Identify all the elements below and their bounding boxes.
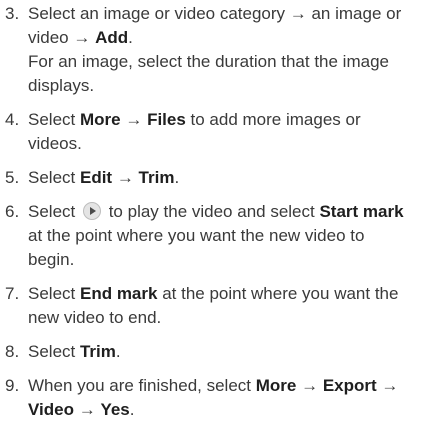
ui-term-trim: Trim (138, 168, 175, 187)
step-text-part: . (128, 28, 133, 47)
step-3: 3. Select an image or video category → a… (0, 2, 437, 98)
step-text-part: Select an image or video category → an i… (28, 4, 402, 47)
step-text: When you are finished, select More → Exp… (28, 376, 398, 419)
step-text: Select More → Files to add more images o… (28, 110, 361, 153)
step-text-part: Select (28, 202, 80, 221)
step-text-part: . (129, 400, 135, 419)
step-note: For an image, select the duration that t… (28, 52, 389, 95)
step-text-part: Select (28, 284, 80, 303)
step-number: 9. (5, 376, 20, 395)
step-text: Select Trim. (28, 342, 121, 361)
step-text-part: Select (28, 168, 80, 187)
step-text: Select Edit → Trim. (28, 168, 179, 187)
step-number: 3. (5, 4, 20, 23)
play-icon (82, 202, 101, 220)
ui-term-start-mark: Start mark (319, 202, 404, 221)
step-number: 4. (5, 110, 20, 129)
step-text-part: Select (28, 110, 80, 129)
step-text-part: → (376, 376, 399, 395)
step-number: 8. (5, 342, 20, 361)
step-number: 6. (5, 202, 20, 221)
step-number: 7. (5, 284, 20, 303)
ui-term-video: Video (28, 400, 74, 419)
step-9: 9. When you are finished, select More → … (0, 374, 437, 422)
step-6: 6. Select to play the video and select S… (0, 200, 437, 272)
step-text-part: → (112, 168, 139, 187)
step-text-part: → (120, 110, 148, 129)
step-8: 8. Select Trim. (0, 340, 437, 364)
step-text: Select an image or video category → an i… (28, 4, 401, 47)
ui-term-add: Add (95, 28, 129, 47)
step-text-part: . (115, 342, 121, 361)
ui-term-more: More (255, 376, 297, 395)
step-text-part: at the point where you want the new vide… (28, 226, 365, 269)
step-text: Select End mark at the point where you w… (28, 284, 398, 327)
step-text-part: → (296, 376, 323, 395)
step-text-part: to play the video and select (103, 202, 320, 221)
step-text-part: When you are finished, select (28, 376, 256, 395)
ui-term-files: Files (147, 110, 186, 129)
ui-term-edit: Edit (79, 168, 113, 187)
step-number: 5. (5, 168, 20, 187)
ui-term-yes: Yes (100, 400, 130, 419)
ui-term-more: More (79, 110, 121, 129)
ui-term-end-mark: End mark (79, 284, 158, 303)
instruction-steps: 3. Select an image or video category → a… (0, 2, 437, 432)
step-text-part: Select (28, 342, 80, 361)
step-text-part: → (73, 400, 101, 419)
step-text-part: . (174, 168, 180, 187)
step-4: 4. Select More → Files to add more image… (0, 108, 437, 156)
step-7: 7. Select End mark at the point where yo… (0, 282, 437, 330)
ui-term-export: Export (322, 376, 377, 395)
step-text: Select to play the video and select Star… (28, 202, 404, 269)
ui-term-trim: Trim (79, 342, 116, 361)
step-5: 5. Select Edit → Trim. (0, 166, 437, 190)
